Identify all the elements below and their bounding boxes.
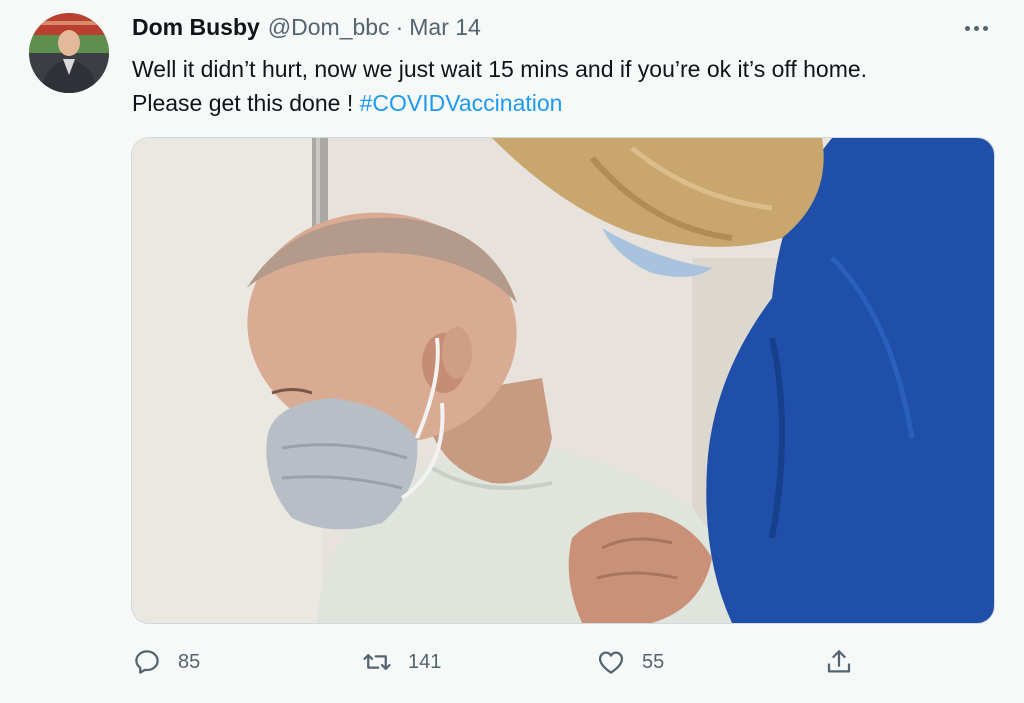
avatar[interactable] bbox=[29, 13, 109, 93]
author-handle[interactable]: @Dom_bbc bbox=[268, 14, 390, 41]
reply-icon bbox=[135, 650, 159, 674]
more-options-icon[interactable] bbox=[956, 14, 996, 42]
retweet-icon bbox=[363, 654, 391, 670]
like-count: 55 bbox=[642, 650, 665, 673]
tweet-text-line-1: Well it didn’t hurt, now we just wait 15… bbox=[132, 56, 868, 82]
author-name[interactable]: Dom Busby bbox=[132, 14, 260, 41]
tweet-text-line-2: Please get this done ! #COVIDVaccination bbox=[132, 86, 1002, 120]
reply-button[interactable]: 85 bbox=[132, 640, 200, 684]
tweet-text: Well it didn’t hurt, now we just wait 15… bbox=[132, 52, 1002, 120]
like-button[interactable]: 55 bbox=[596, 640, 664, 684]
retweet-count: 141 bbox=[408, 650, 442, 673]
heart-icon bbox=[598, 651, 624, 674]
hashtag-link[interactable]: #COVIDVaccination bbox=[360, 90, 563, 116]
avatar-image bbox=[29, 13, 109, 93]
header-separator: · bbox=[395, 14, 404, 40]
retweet-button[interactable]: 141 bbox=[362, 640, 441, 684]
tweet-header: Dom Busby @Dom_bbc · Mar 14 bbox=[132, 14, 481, 46]
tweet-card: Dom Busby @Dom_bbc · Mar 14 Well it didn… bbox=[0, 0, 1024, 703]
reply-count: 85 bbox=[178, 650, 201, 673]
tweet-actions: 85 141 55 bbox=[0, 640, 1024, 684]
share-icon bbox=[827, 650, 851, 673]
tweet-date[interactable]: Mar 14 bbox=[409, 14, 481, 41]
vaccination-photo bbox=[132, 138, 994, 623]
share-button[interactable] bbox=[824, 640, 870, 684]
tweet-text-prefix: Please get this done ! bbox=[132, 90, 360, 116]
tweet-photo[interactable] bbox=[131, 137, 995, 624]
